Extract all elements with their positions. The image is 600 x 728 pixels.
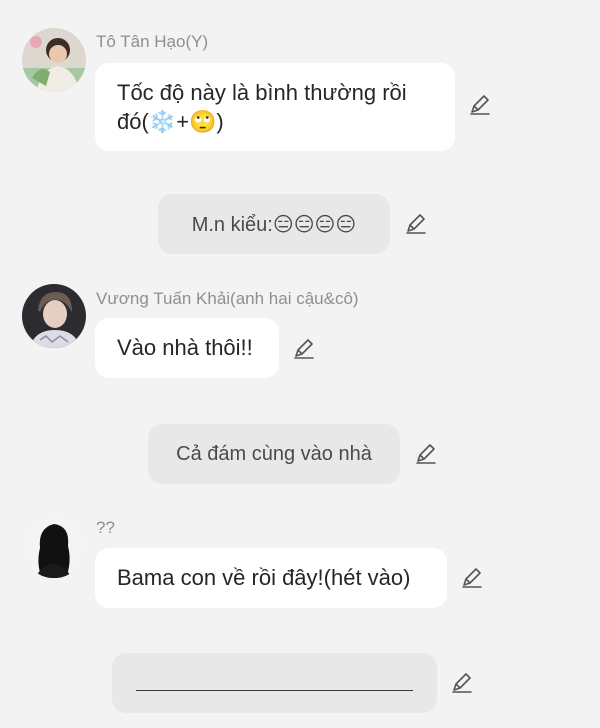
avatar[interactable] (22, 28, 86, 92)
message-text: Vào nhà thôi!! (117, 335, 253, 360)
message-bubble: Vào nhà thôi!! (95, 318, 279, 378)
author-name: Tô Tân Hạo(Y) (96, 32, 209, 51)
author-name: Vương Tuấn Khải(anh hai cậu&cô) (96, 289, 359, 308)
message-text: Bama con về rồi đây!(hét vào) (117, 565, 411, 590)
narration-bubble: M.n kiểu:😑😑😑😑 (158, 194, 390, 254)
message-bubble: Bama con về rồi đây!(hét vào) (95, 548, 447, 608)
blank-underline (136, 690, 413, 691)
author-name: ?? (96, 518, 115, 537)
message-bubble: Tốc độ này là bình thường rồi đó(❄️+🙄) (95, 63, 455, 151)
narration-bubble: Cả đám cùng vào nhà (148, 424, 400, 484)
pencil-edit-icon[interactable] (449, 670, 475, 696)
pencil-edit-icon[interactable] (403, 211, 429, 237)
avatar-silhouette-long-hair (22, 514, 86, 578)
pencil-edit-icon[interactable] (291, 336, 317, 362)
avatar-photo-boy-dark (22, 284, 86, 348)
pencil-edit-icon[interactable] (459, 565, 485, 591)
pencil-edit-icon[interactable] (467, 92, 493, 118)
avatar[interactable] (22, 284, 86, 348)
narration-text: Cả đám cùng vào nhà (176, 442, 372, 465)
avatar-photo-boy-green (22, 28, 86, 92)
message-text: Tốc độ này là bình thường rồi đó(❄️+🙄) (117, 80, 407, 134)
avatar[interactable] (22, 514, 86, 578)
blank-input-field[interactable] (112, 653, 437, 713)
pencil-edit-icon[interactable] (413, 441, 439, 467)
narration-text: M.n kiểu:😑😑😑😑 (191, 213, 357, 236)
